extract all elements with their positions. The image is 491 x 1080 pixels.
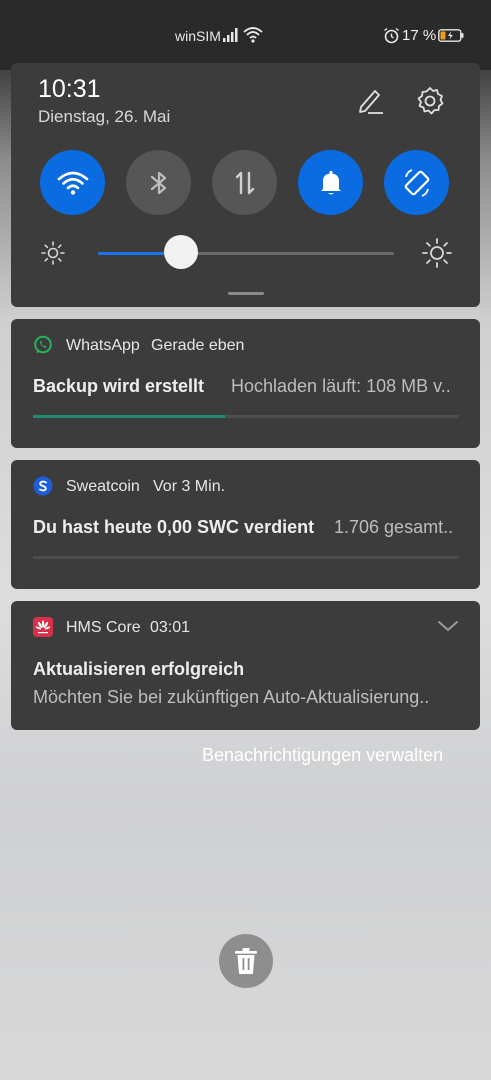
battery-percent: 17 % bbox=[402, 27, 437, 44]
bluetooth-icon bbox=[150, 171, 166, 194]
auto-rotate-toggle[interactable] bbox=[384, 150, 449, 215]
clear-all-button[interactable] bbox=[219, 934, 273, 988]
brightness-slider-thumb[interactable] bbox=[164, 235, 198, 269]
notification-time: Vor 3 Min. bbox=[153, 478, 226, 495]
notification-title: Backup wird erstellt bbox=[33, 376, 205, 396]
wifi-toggle[interactable] bbox=[40, 150, 105, 215]
backup-progress-fill bbox=[33, 415, 225, 418]
status-bar: winSIM 17 % bbox=[0, 0, 491, 70]
sweatcoin-icon bbox=[33, 476, 53, 496]
signal-icon bbox=[223, 28, 238, 42]
wifi-status-icon bbox=[243, 27, 263, 43]
brightness-slider[interactable] bbox=[98, 252, 394, 255]
chevron-down-icon[interactable] bbox=[437, 619, 459, 633]
notification-app-name: HMS Core bbox=[66, 619, 141, 636]
gear-icon[interactable] bbox=[414, 85, 446, 117]
drag-handle[interactable] bbox=[228, 292, 264, 295]
bell-icon bbox=[320, 170, 341, 194]
notification-detail: Hochladen läuft: 108 MB v.. bbox=[231, 376, 451, 396]
battery-icon bbox=[438, 29, 464, 42]
notification-title: Aktualisieren erfolgreich bbox=[33, 659, 245, 679]
rotate-icon bbox=[404, 168, 429, 197]
notification-hms-core[interactable]: HMS Core 03:01 Aktualisieren erfolgreich… bbox=[11, 601, 480, 730]
notification-time: Gerade eben bbox=[151, 337, 245, 354]
manage-notifications-link[interactable]: Benachrichtigungen verwalten bbox=[202, 745, 443, 766]
date-label: Dienstag, 26. Mai bbox=[38, 107, 171, 126]
notification-divider bbox=[33, 556, 459, 559]
notification-app-name: Sweatcoin bbox=[66, 478, 140, 495]
notification-time: 03:01 bbox=[150, 619, 191, 636]
mobile-data-toggle[interactable] bbox=[212, 150, 277, 215]
brightness-high-icon bbox=[422, 238, 452, 268]
notification-sweatcoin[interactable]: Sweatcoin Vor 3 Min. Du hast heute 0,00 … bbox=[11, 460, 480, 589]
mobile-data-icon bbox=[235, 171, 254, 194]
notification-body: Möchten Sie bei zukünftigen Auto-Aktuali… bbox=[33, 687, 430, 707]
notification-app-name: WhatsApp bbox=[66, 337, 140, 354]
brightness-low-icon bbox=[41, 241, 65, 265]
clock: 10:31 bbox=[38, 75, 101, 103]
backup-progress-bar bbox=[33, 415, 459, 418]
alarm-icon bbox=[384, 27, 399, 44]
huawei-icon bbox=[33, 617, 53, 637]
edit-icon[interactable] bbox=[354, 85, 386, 117]
bluetooth-toggle[interactable] bbox=[126, 150, 191, 215]
notification-whatsapp[interactable]: WhatsApp Gerade eben Backup wird erstell… bbox=[11, 319, 480, 448]
trash-icon bbox=[235, 948, 257, 974]
quick-settings-panel: 10:31 Dienstag, 26. Mai bbox=[11, 63, 480, 307]
notification-title: Du hast heute 0,00 SWC verdient bbox=[33, 517, 315, 537]
notification-toggle[interactable] bbox=[298, 150, 363, 215]
whatsapp-icon bbox=[34, 335, 52, 354]
wifi-icon bbox=[57, 171, 88, 195]
carrier-label: winSIM bbox=[175, 28, 221, 44]
notification-detail: 1.706 gesamt.. bbox=[334, 517, 454, 537]
